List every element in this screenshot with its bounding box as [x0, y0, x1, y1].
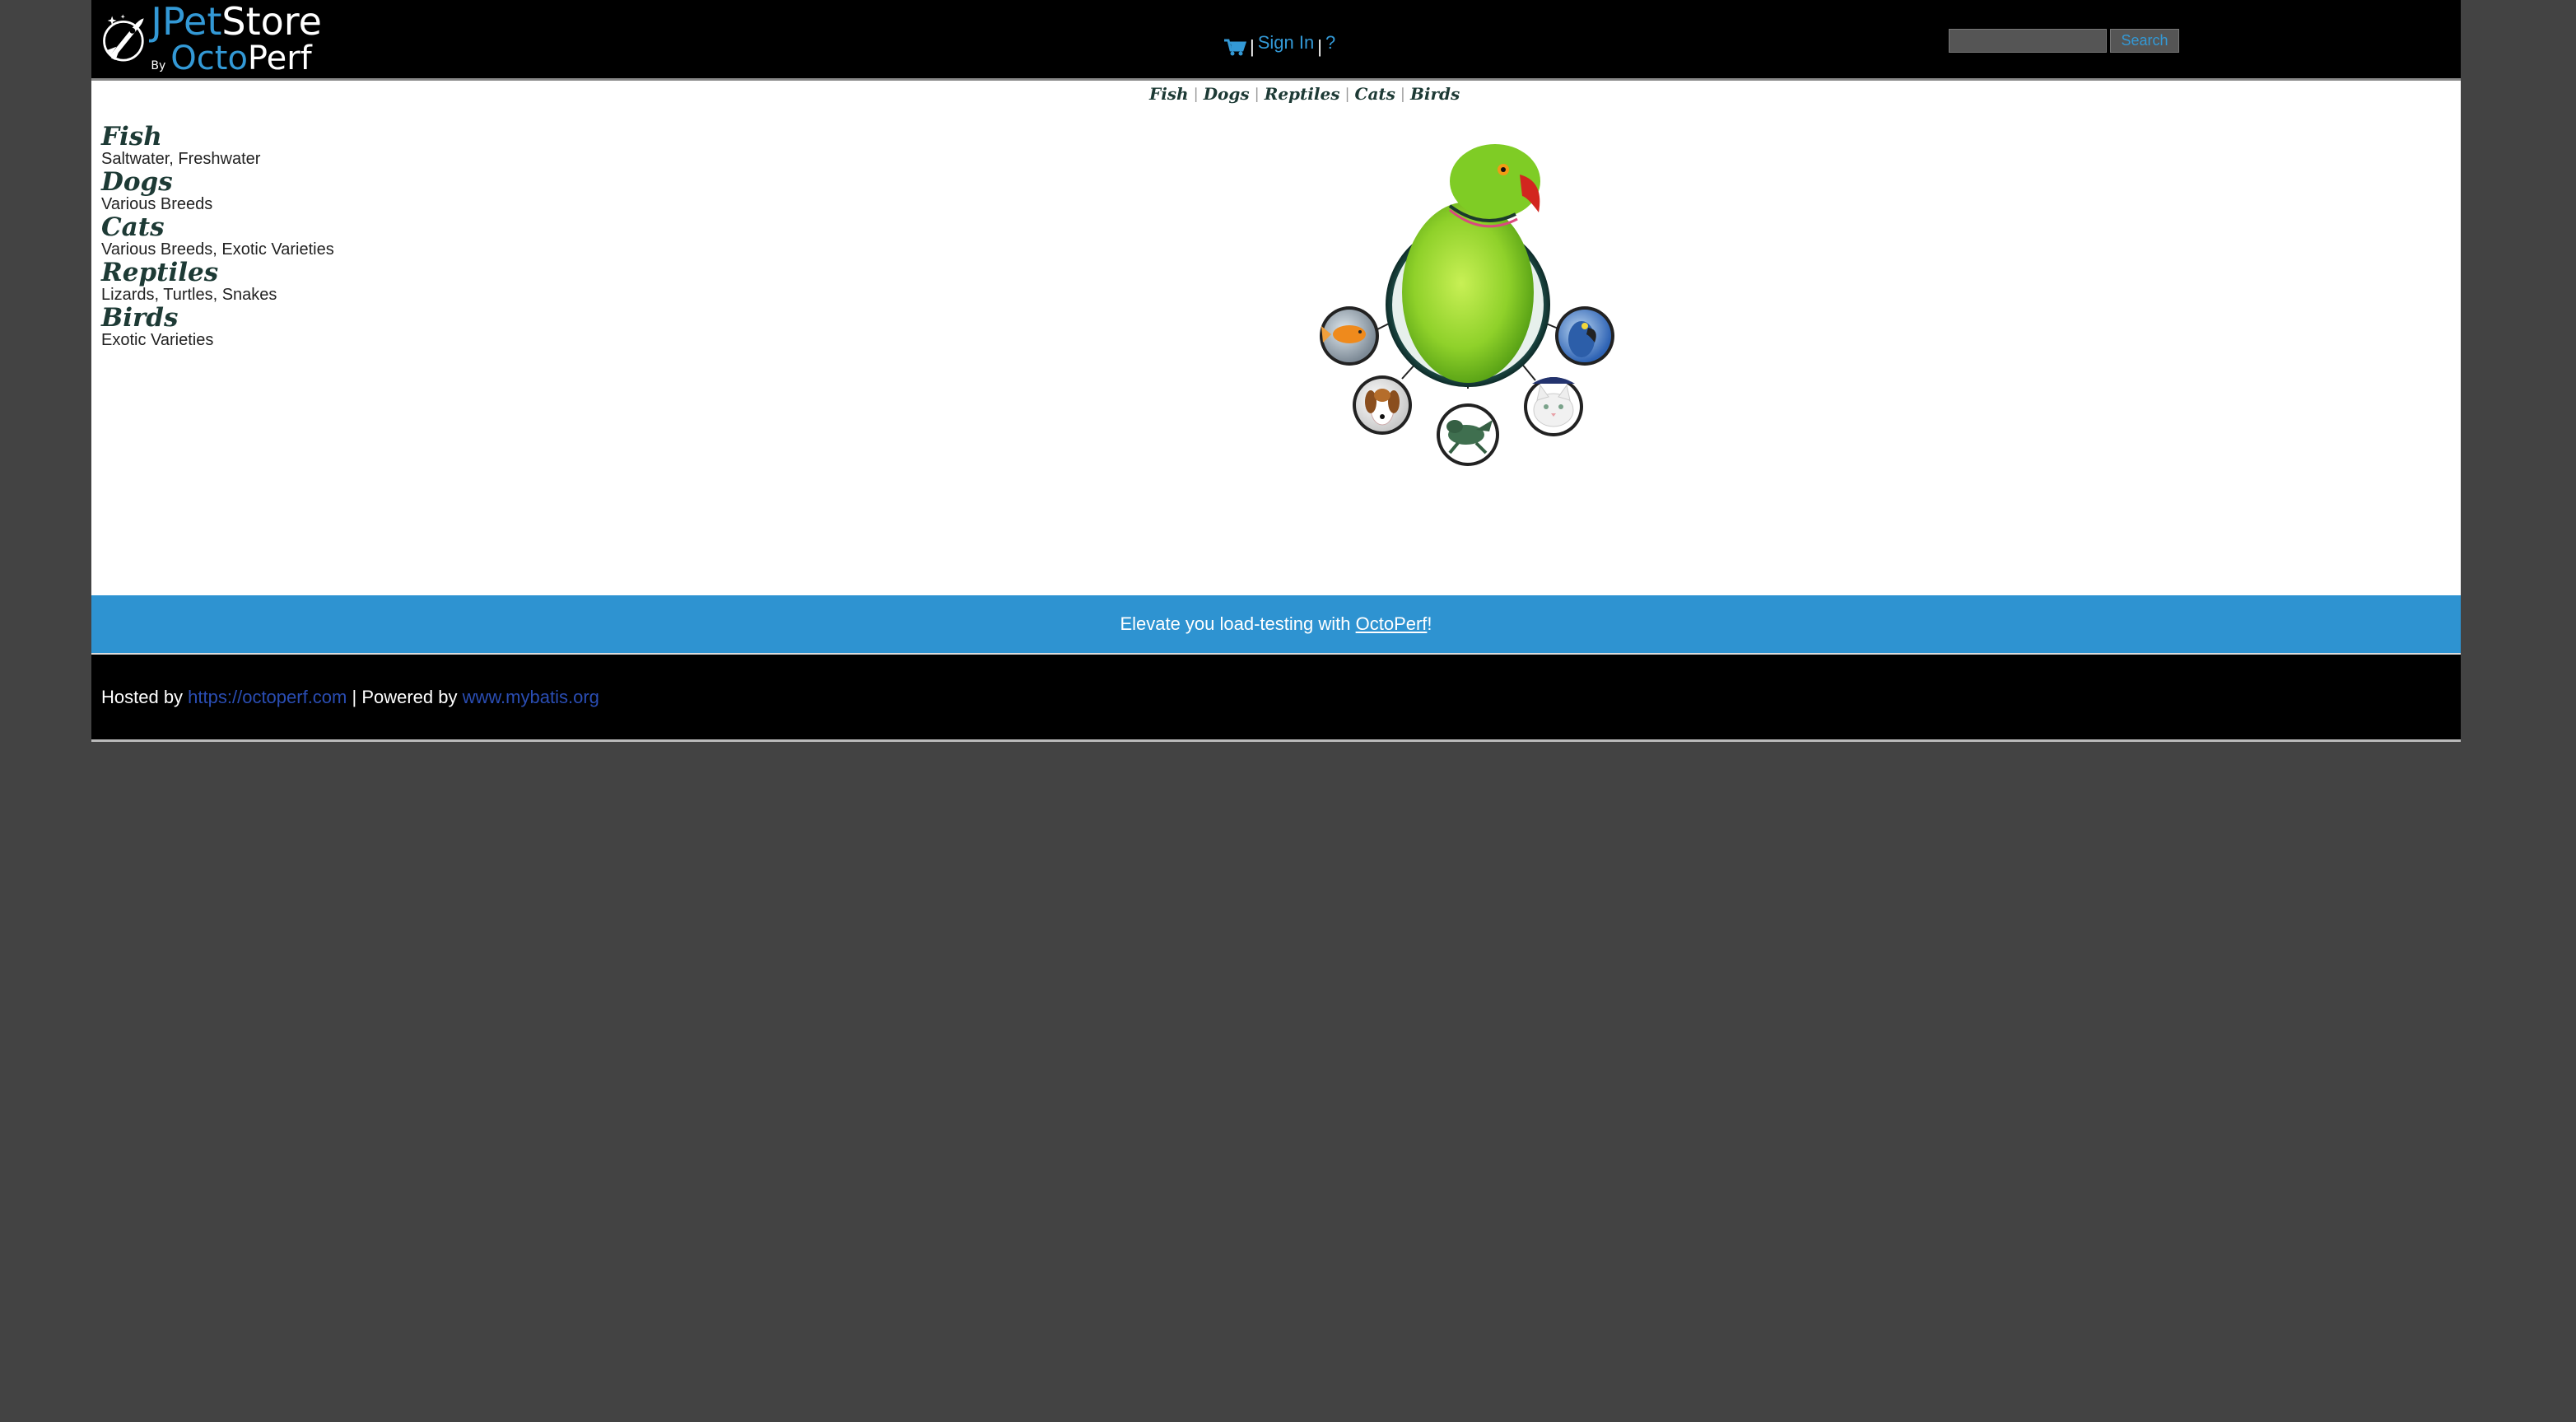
help-link[interactable]: ? — [1325, 32, 1335, 54]
hosted-link[interactable]: https://octoperf.com — [188, 687, 347, 707]
sidebar-item-reptiles[interactable]: Reptiles — [101, 259, 447, 286]
quick-link-birds[interactable]: Birds — [1410, 84, 1460, 104]
quick-link-dogs[interactable]: Dogs — [1204, 84, 1250, 104]
fish-image[interactable] — [1320, 306, 1379, 366]
cats-image[interactable] — [1524, 377, 1583, 436]
sidebar-item-description: Saltwater, Freshwater — [101, 150, 261, 168]
header: JPetStore By OctoPerf | Sign In | ? Searc… — [91, 0, 2461, 81]
birds-main-image[interactable] — [1386, 144, 1550, 387]
logo[interactable]: JPetStore By OctoPerf — [100, 2, 322, 76]
logo-subtitle: By OctoPerf — [151, 40, 312, 77]
reptiles-image[interactable] — [1437, 403, 1499, 466]
sidebar-item-birds[interactable]: Birds — [101, 305, 447, 331]
quick-link-reptiles[interactable]: Reptiles — [1265, 84, 1340, 104]
search-form: Search — [1949, 29, 2179, 53]
logo-title: JPetStore — [151, 0, 322, 44]
sidebar: Fish Saltwater, Freshwater Dogs Various … — [101, 124, 447, 350]
sidebar-item-cats[interactable]: Cats — [101, 214, 447, 240]
search-input[interactable] — [1949, 29, 2107, 53]
footer: Hosted by https://octoperf.com | Powered… — [91, 655, 2461, 742]
search-button[interactable]: Search — [2110, 29, 2179, 53]
shopping-cart-icon[interactable] — [1223, 38, 1246, 56]
category-image-map — [1320, 144, 1614, 466]
birds-image[interactable] — [1555, 306, 1614, 366]
sidebar-item-dogs[interactable]: Dogs — [101, 169, 447, 195]
banner-text: Elevate you load-testing with — [1120, 613, 1356, 634]
powered-by-label: | Powered by — [347, 687, 463, 707]
sidebar-item-description: Lizards, Turtles, Snakes — [101, 286, 277, 304]
sidebar-item-fish[interactable]: Fish — [101, 124, 447, 150]
page-container: JPetStore By OctoPerf | Sign In | ? Searc… — [91, 0, 2461, 742]
quick-link-cats[interactable]: Cats — [1355, 84, 1395, 104]
octoperf-link[interactable]: OctoPerf — [1356, 613, 1428, 635]
sidebar-item-description: Various Breeds — [101, 195, 213, 213]
sidebar-item-description: Exotic Varieties — [101, 331, 214, 349]
quick-links: Fish | Dogs | Reptiles | Cats | Birds — [1149, 84, 1460, 104]
sign-in-link[interactable]: Sign In — [1258, 32, 1315, 54]
powered-link[interactable]: www.mybatis.org — [463, 687, 599, 707]
menu-separator: | — [1250, 36, 1255, 57]
promo-banner: Elevate you load-testing with OctoPerf! — [91, 595, 2461, 655]
banner-text-end: ! — [1427, 613, 1432, 634]
rocket-logo-icon — [103, 14, 144, 62]
footer-text: Hosted by https://octoperf.com | Powered… — [101, 687, 599, 708]
hosted-by-label: Hosted by — [101, 687, 189, 707]
dogs-image[interactable] — [1353, 375, 1412, 435]
sidebar-item-description: Various Breeds, Exotic Varieties — [101, 240, 334, 259]
header-menu: | Sign In | ? — [1223, 28, 1335, 58]
menu-separator: | — [1317, 36, 1322, 57]
main-content: Fish | Dogs | Reptiles | Cats | Birds Fi… — [91, 81, 2461, 595]
quick-link-fish[interactable]: Fish — [1149, 84, 1189, 104]
